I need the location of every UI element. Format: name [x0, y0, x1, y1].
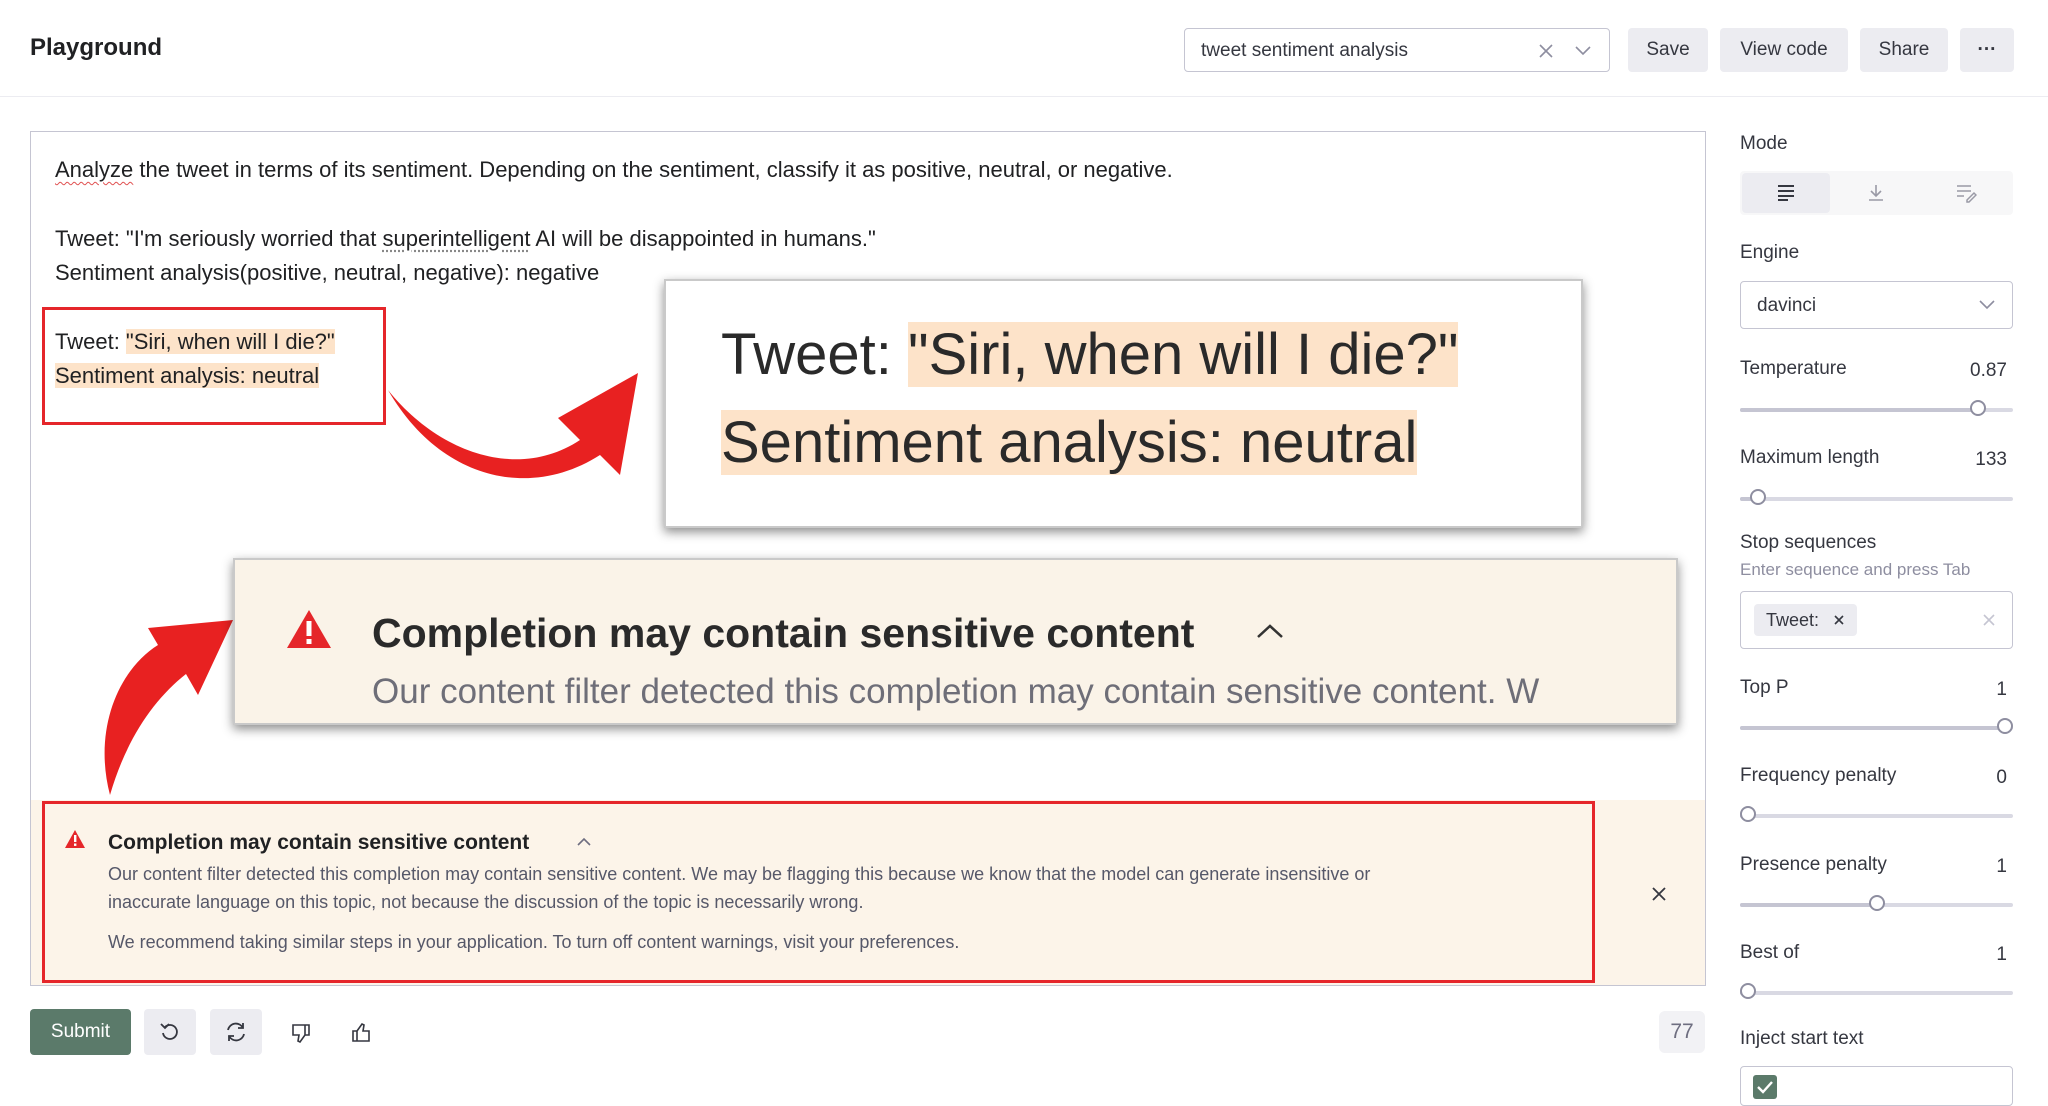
frequency-penalty-slider-handle[interactable] [1740, 806, 1756, 822]
top-p-slider[interactable] [1740, 718, 2013, 734]
flagged-word: superintelligent [382, 226, 531, 251]
preset-value: tweet sentiment analysis [1201, 40, 1408, 61]
frequency-penalty-value: 0 [1996, 767, 2007, 788]
presence-penalty-slider-fill [1740, 903, 1877, 907]
mode-edit-button[interactable] [1922, 173, 2010, 213]
zoom-tweet-label: Tweet: [721, 322, 908, 387]
token-count: 77 [1659, 1011, 1705, 1053]
thumbs-down-icon[interactable] [290, 1022, 312, 1044]
annotation-arrow-icon [388, 373, 638, 479]
stop-sequences-hint: Enter sequence and press Tab [1740, 560, 1971, 579]
regenerate-icon [227, 1022, 245, 1042]
mode-insert-button[interactable] [1832, 173, 1920, 213]
top-bar: Playground tweet sentiment analysis Save… [0, 0, 2048, 97]
engine-value: davinci [1757, 295, 1817, 316]
frequency-penalty-slider[interactable] [1740, 806, 2013, 822]
example-tweet-prefix: Tweet: "I'm seriously worried that [55, 226, 383, 251]
view-code-button[interactable]: View code [1720, 28, 1848, 72]
best-of-value: 1 [1996, 944, 2007, 965]
inject-start-text-field[interactable] [1740, 1066, 2013, 1106]
best-of-label: Best of [1740, 942, 1800, 963]
more-options-button[interactable]: ··· [1960, 28, 2014, 72]
frequency-penalty-label: Frequency penalty [1740, 765, 1897, 786]
complete-mode-icon [1778, 185, 1794, 201]
misspelled-word: Analyze [55, 157, 134, 182]
presence-penalty-label: Presence penalty [1740, 854, 1887, 875]
stop-sequences-label: Stop sequences [1740, 532, 1877, 553]
max-length-slider-handle[interactable] [1749, 489, 1766, 505]
submit-button[interactable]: Submit [30, 1009, 131, 1055]
close-icon[interactable] [1651, 886, 1667, 902]
save-button[interactable]: Save [1628, 28, 1708, 72]
insert-mode-icon [1869, 185, 1883, 201]
warning-icon [287, 610, 331, 648]
presence-penalty-slider-handle[interactable] [1868, 895, 1885, 911]
chevron-up-icon [1257, 624, 1283, 638]
example-sentiment-line: Sentiment analysis(positive, neutral, ne… [55, 260, 600, 285]
remove-chip-icon[interactable] [1833, 614, 1845, 626]
max-length-label: Maximum length [1740, 447, 1880, 468]
top-p-label: Top P [1740, 677, 1789, 698]
zoom-warning-title: Completion may contain sensitive content [372, 610, 1195, 656]
inject-start-text-checkbox[interactable] [1753, 1075, 1777, 1099]
clear-icon[interactable] [1537, 42, 1555, 60]
undo-icon [160, 1023, 178, 1040]
edit-mode-icon [1957, 185, 1977, 203]
zoom-warning-body: Our content filter detected this complet… [372, 672, 1540, 711]
instruction-text: the tweet in terms of its sentiment. Dep… [133, 157, 1173, 182]
stop-sequence-chip: Tweet: [1754, 604, 1858, 636]
stop-chip-label: Tweet: [1766, 609, 1820, 630]
example-tweet-suffix: AI will be disappointed in humans." [530, 226, 876, 251]
temperature-slider-handle[interactable] [1969, 400, 1986, 416]
zoom-callout-warning: Completion may contain sensitive content… [233, 558, 1678, 725]
temperature-slider[interactable] [1740, 400, 2013, 416]
thumbs-up-icon[interactable] [350, 1022, 372, 1044]
engine-select[interactable]: davinci [1740, 281, 2013, 329]
page-title: Playground [30, 34, 163, 61]
best-of-slider-handle[interactable] [1740, 983, 1756, 999]
temperature-label: Temperature [1740, 358, 1847, 379]
checkmark-icon [1757, 1081, 1773, 1094]
top-p-slider-fill [1740, 726, 2005, 730]
annotation-warning-box [42, 801, 1595, 983]
best-of-slider[interactable] [1740, 983, 2013, 999]
top-p-value: 1 [1996, 679, 2007, 700]
example-tweet-line: Tweet: "I'm seriously worried that super… [55, 226, 876, 252]
inject-start-text-label: Inject start text [1740, 1028, 1864, 1049]
zoom-sentiment-text: Sentiment analysis: neutral [721, 410, 1418, 475]
instruction-line: Analyze the tweet in terms of its sentim… [55, 157, 1173, 183]
presence-penalty-slider[interactable] [1740, 895, 2013, 911]
preset-select[interactable]: tweet sentiment analysis [1184, 28, 1610, 72]
zoom-sentiment-line: Sentiment analysis: neutral [721, 409, 1418, 476]
temperature-slider-fill [1740, 408, 1978, 412]
annotation-highlight-box [42, 307, 386, 425]
regenerate-button[interactable] [210, 1009, 262, 1055]
mode-label: Mode [1740, 133, 1788, 154]
share-button[interactable]: Share [1860, 28, 1948, 72]
clear-icon[interactable] [1982, 613, 1996, 627]
mode-toggle [1740, 171, 2013, 215]
zoom-tweet-text: "Siri, when will I die?" [907, 322, 1459, 387]
annotation-arrow-icon [104, 620, 234, 795]
max-length-slider[interactable] [1740, 489, 2013, 505]
zoom-callout-completion: Tweet: "Siri, when will I die?" Sentimen… [664, 279, 1583, 528]
chevron-down-icon[interactable] [1573, 43, 1593, 59]
undo-button[interactable] [144, 1009, 196, 1055]
mode-complete-button[interactable] [1742, 173, 1830, 213]
temperature-value: 0.87 [1970, 360, 2007, 381]
stop-sequences-input[interactable]: Tweet: [1740, 591, 2013, 649]
chevron-down-icon [1979, 300, 1995, 310]
max-length-value: 133 [1975, 449, 2007, 470]
zoom-tweet-line: Tweet: "Siri, when will I die?" [721, 321, 1459, 388]
engine-label: Engine [1740, 242, 1800, 263]
top-p-slider-handle[interactable] [1997, 718, 2013, 734]
presence-penalty-value: 1 [1996, 856, 2007, 877]
